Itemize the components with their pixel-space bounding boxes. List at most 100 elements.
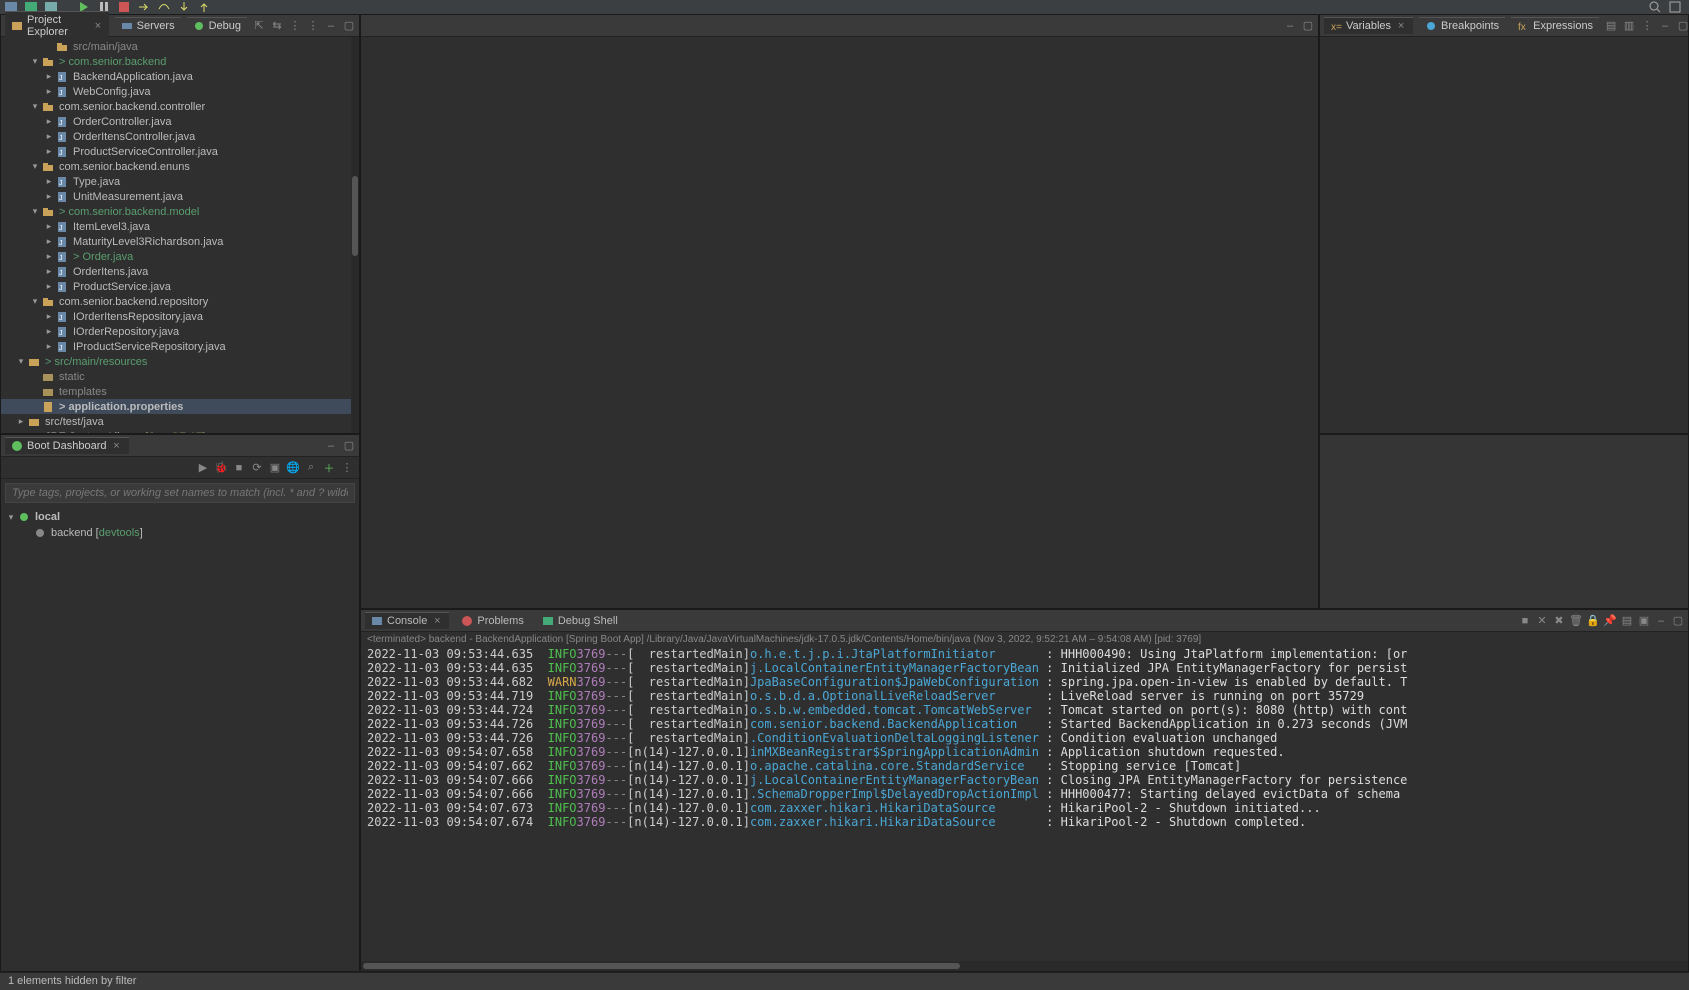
tab-problems[interactable]: Problems [455,613,529,629]
boot-app-item[interactable]: backend [devtools] [5,525,355,541]
console-output[interactable]: 2022-11-03 09:53:44.635 INFO 3769 --- [ … [361,647,1688,959]
tree-node[interactable]: ▸JWebConfig.java [1,84,359,99]
twisty-icon[interactable]: ▾ [29,101,41,112]
filter-icon[interactable]: ⌕ [305,462,317,474]
tree-node[interactable]: ▸JMaturityLevel3Richardson.java [1,234,359,249]
tree-node[interactable]: ▸JUnitMeasurement.java [1,189,359,204]
stop-icon[interactable]: ■ [233,462,245,474]
maximize-icon[interactable]: ▢ [343,20,355,32]
twisty-icon[interactable]: ▸ [43,236,55,247]
step-into-icon[interactable] [178,1,194,13]
tab-expressions[interactable]: fx Expressions [1511,17,1599,34]
remove-launch-icon[interactable]: ✕ [1536,615,1548,627]
tree-node[interactable]: ▸JProductServiceController.java [1,144,359,159]
twisty-icon[interactable]: ▸ [15,431,27,433]
close-icon[interactable]: × [1395,20,1407,32]
scroll-lock-icon[interactable]: 🔒 [1587,615,1599,627]
tree-node[interactable]: ▸JItemLevel3.java [1,219,359,234]
tab-servers[interactable]: Servers [115,17,181,34]
layout-icon[interactable]: ▥ [1623,20,1635,32]
twisty-icon[interactable]: ▸ [43,311,55,322]
layout-icon[interactable]: ▤ [1605,20,1617,32]
tree-node[interactable]: ▸JOrderItensController.java [1,129,359,144]
tree-node[interactable]: ▾com.senior.backend.controller [1,99,359,114]
tree-node[interactable]: ▸JOrderItens.java [1,264,359,279]
scrollbar[interactable] [351,37,359,433]
view-menu-icon[interactable]: ⋮ [1641,20,1653,32]
open-console-icon[interactable]: ▣ [1638,615,1650,627]
view-menu-icon[interactable]: ⋮ [307,20,319,32]
minimize-icon[interactable]: ‒ [1659,20,1671,32]
tree-node[interactable]: ▸JRE System Library [JavaSE-17] [1,429,359,433]
step-icon[interactable] [138,1,154,13]
twisty-icon[interactable]: ▸ [43,116,55,127]
maximize-icon[interactable]: ▢ [1677,20,1689,32]
maximize-icon[interactable]: ▢ [1672,615,1684,627]
minimize-icon[interactable]: ‒ [1655,615,1667,627]
twisty-icon[interactable]: ▸ [43,176,55,187]
tree-node[interactable]: ▾> src/main/resources [1,354,359,369]
tree-node[interactable]: ▸JIOrderRepository.java [1,324,359,339]
collapse-all-icon[interactable]: ⇱ [253,20,265,32]
minimize-icon[interactable]: ‒ [325,20,337,32]
debug-stop-icon[interactable] [118,1,134,13]
tab-boot-dashboard[interactable]: Boot Dashboard × [5,437,129,454]
tree-node[interactable]: ▸JProductService.java [1,279,359,294]
twisty-icon[interactable]: ▾ [29,56,41,67]
twisty-icon[interactable]: ▸ [43,71,55,82]
tab-project-explorer[interactable]: Project Explorer × [5,11,109,40]
twisty-icon[interactable]: ▸ [43,326,55,337]
twisty-icon[interactable]: ▾ [29,161,41,172]
view-menu-icon[interactable]: ⋮ [341,462,353,474]
tree-node[interactable]: ▸JIOrderItensRepository.java [1,309,359,324]
minimize-icon[interactable]: ‒ [1284,20,1296,32]
debug-icon[interactable]: 🐞 [215,462,227,474]
twisty-icon[interactable]: ▸ [15,416,27,427]
close-icon[interactable]: × [431,615,443,627]
tab-console[interactable]: Console × [365,612,449,629]
tree-node[interactable]: src/main/java [1,39,359,54]
pin-console-icon[interactable]: 📌 [1604,615,1616,627]
tree-node[interactable]: ▸src/test/java [1,414,359,429]
link-editor-icon[interactable]: ⇆ [271,20,283,32]
open-console-icon[interactable]: ▣ [269,462,281,474]
tab-breakpoints[interactable]: Breakpoints [1419,17,1505,34]
project-tree[interactable]: src/main/java▾> com.senior.backend▸JBack… [1,37,359,433]
tree-node[interactable]: ▸JType.java [1,174,359,189]
twisty-icon[interactable]: ▸ [43,86,55,97]
step-return-icon[interactable] [198,1,214,13]
minimize-icon[interactable]: ‒ [325,440,337,452]
twisty-icon[interactable]: ▾ [29,206,41,217]
step-over-icon[interactable] [158,1,174,13]
tree-node[interactable]: > application.properties [1,399,359,414]
tree-node[interactable]: static [1,369,359,384]
tree-node[interactable]: ▸J> Order.java [1,249,359,264]
close-icon[interactable]: × [111,440,123,452]
open-browser-icon[interactable]: 🌐 [287,462,299,474]
tree-node[interactable]: ▾> com.senior.backend [1,54,359,69]
tree-node[interactable]: templates [1,384,359,399]
perspective-icon[interactable] [1669,1,1685,13]
main-toolbar[interactable] [0,0,1689,14]
close-icon[interactable]: × [93,20,103,32]
terminate-icon[interactable]: ■ [1519,615,1531,627]
twisty-icon[interactable]: ▸ [43,266,55,277]
tree-node[interactable]: ▾com.senior.backend.enuns [1,159,359,174]
filter-icon[interactable]: ⋮ [289,20,301,32]
start-icon[interactable]: ▶ [197,462,209,474]
twisty-icon[interactable]: ▸ [43,251,55,262]
twisty-icon[interactable]: ▸ [43,146,55,157]
tab-debug-shell[interactable]: Debug Shell [536,613,624,629]
boot-filter-input[interactable] [5,483,355,503]
search-icon[interactable] [1649,1,1665,13]
tab-debug[interactable]: Debug [187,17,247,34]
display-selected-icon[interactable]: ▤ [1621,615,1633,627]
tree-node[interactable]: ▸JBackendApplication.java [1,69,359,84]
twisty-icon[interactable]: ▸ [43,131,55,142]
twisty-icon[interactable]: ▸ [43,221,55,232]
tab-variables[interactable]: x= Variables × [1324,17,1413,34]
boot-local-group[interactable]: ▾ local [5,509,355,525]
tree-node[interactable]: ▾> com.senior.backend.model [1,204,359,219]
restart-icon[interactable]: ⟳ [251,462,263,474]
maximize-icon[interactable]: ▢ [343,440,355,452]
